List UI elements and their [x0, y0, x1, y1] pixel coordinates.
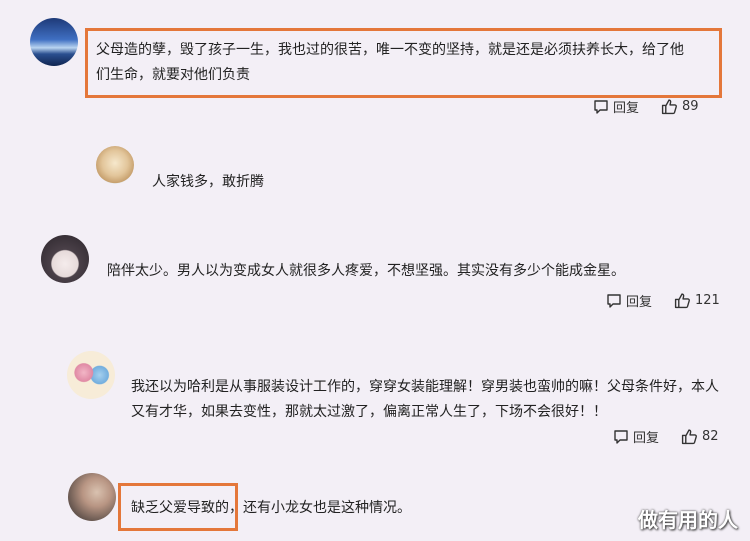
comment-1-line-2: 们生命，就要对他们负责	[96, 67, 250, 83]
comment-3-text: 陪伴太少。男人以为变成女人就很多人疼爱，不想坚强。其实没有多少个能成金星。	[107, 263, 625, 279]
thumbs-up-icon	[661, 99, 677, 115]
reply-label: 回复	[633, 431, 660, 446]
comment-5-text: 缺乏父爱导致的，还有小龙女也是这种情况。	[131, 496, 411, 521]
anime-girl-avatar[interactable]	[41, 235, 89, 283]
comment-5-highlighted-text: 缺乏父爱导致的	[131, 500, 229, 516]
like-button[interactable]: 82	[681, 428, 719, 445]
comment-bubble-icon	[594, 99, 608, 114]
comment-2-text: 人家钱多，敢折腾	[152, 174, 264, 190]
like-button[interactable]: 89	[661, 98, 699, 115]
reply-label: 回复	[626, 295, 653, 310]
reply-label: 回复	[613, 101, 640, 116]
comment-1-text: 父母造的孽，毁了孩子一生，我也过的很苦，唯一不变的坚持，就是还是必须扶养长大，给…	[96, 38, 716, 88]
like-count: 82	[702, 429, 719, 444]
reply-button[interactable]: 回复	[606, 291, 652, 310]
reply-button[interactable]: 回复	[613, 427, 659, 446]
watermark: 做有用的人	[638, 508, 738, 532]
photo-avatar[interactable]	[68, 473, 116, 521]
like-button[interactable]: 121	[674, 292, 720, 309]
comment-thread: 父母造的孽，毁了孩子一生，我也过的很苦，唯一不变的坚持，就是还是必须扶养长大，给…	[0, 0, 750, 541]
cartoon-couple-avatar[interactable]	[67, 351, 115, 399]
sea-landscape-avatar[interactable]	[30, 18, 78, 66]
comment-3-actions: 回复 121	[606, 291, 720, 310]
comment-4-actions: 回复 82	[613, 427, 719, 446]
like-count: 121	[695, 293, 720, 308]
reply-button[interactable]: 回复	[593, 97, 639, 116]
thumbs-up-icon	[681, 429, 697, 445]
comment-4-line-1: 我还以为哈利是从事服装设计工作的，穿穿女装能理解！穿男装也蛮帅的嘛！父母条件好，…	[131, 379, 719, 395]
comment-1-line-1: 父母造的孽，毁了孩子一生，我也过的很苦，唯一不变的坚持，就是还是必须扶养长大，给…	[96, 42, 684, 58]
comment-4-text: 我还以为哈利是从事服装设计工作的，穿穿女装能理解！穿男装也蛮帅的嘛！父母条件好，…	[131, 375, 721, 425]
comment-4-line-2: 又有才华，如果去变性，那就太过激了，偏离正常人生了，下场不会很好！！	[131, 404, 607, 420]
puppy-avatar[interactable]	[96, 146, 134, 184]
comment-5-rest-text: ，还有小龙女也是这种情况。	[229, 500, 411, 516]
thumbs-up-icon	[674, 293, 690, 309]
comment-bubble-icon	[607, 293, 621, 308]
like-count: 89	[682, 99, 699, 114]
comment-bubble-icon	[614, 429, 628, 444]
comment-1-actions: 回复 89	[593, 97, 699, 116]
